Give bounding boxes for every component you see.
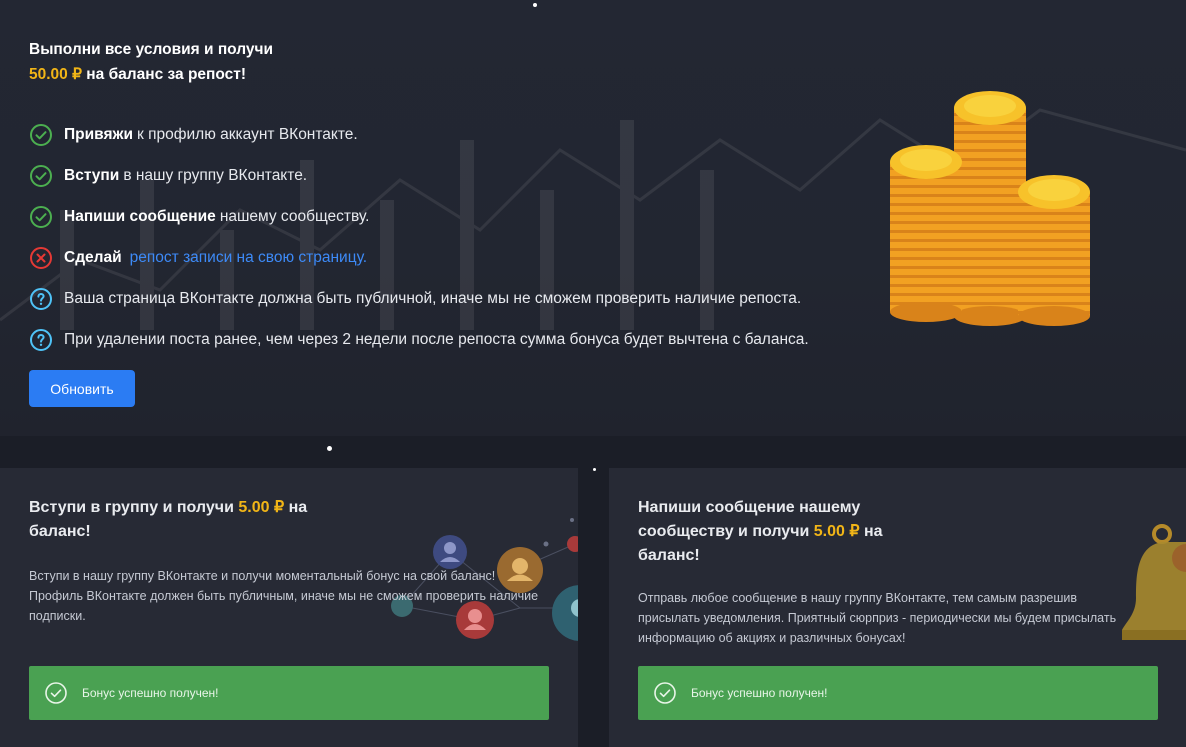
check-circle-icon: [654, 682, 676, 704]
condition-join-group: Вступи в нашу группу ВКонтакте.: [29, 155, 809, 196]
decor-dot: [593, 468, 596, 471]
condition-text: к профилю аккаунт ВКонтакте.: [137, 125, 358, 143]
card-description: Отправь любое сообщение в нашу группу ВК…: [638, 591, 1117, 645]
condition-link-vk: Привяжи к профилю аккаунт ВКонтакте.: [29, 114, 809, 155]
repost-link[interactable]: репост записи на свою страницу.: [130, 249, 367, 267]
hero-title-rest: на баланс за репост!: [81, 66, 247, 83]
condition-text: нашему сообществу.: [219, 207, 370, 225]
check-circle-icon: [30, 164, 52, 187]
card-title: Напиши сообщение нашему сообществу и пол…: [638, 496, 908, 568]
conditions-list: Привяжи к профилю аккаунт ВКонтакте. Вст…: [29, 114, 809, 360]
card-amount: 5.00 ₽: [238, 499, 285, 516]
check-circle-icon: [30, 205, 52, 228]
question-circle-icon: [30, 328, 52, 351]
card-amount: 5.00 ₽: [813, 523, 860, 540]
bonus-received-status: Бонус успешно получен!: [29, 666, 549, 720]
question-circle-icon: [30, 287, 52, 310]
bonus-card-join-group: Вступи в группу и получи 5.00 ₽ на балан…: [0, 468, 578, 747]
condition-bold: Сделай: [64, 248, 122, 266]
info-text: При удалении поста ранее, чем через 2 не…: [64, 330, 809, 348]
check-circle-icon: [30, 123, 52, 146]
coin-stacks-illustration: [890, 91, 1090, 326]
check-circle-icon: [45, 682, 67, 704]
condition-send-message: Напиши сообщение нашему сообществу.: [29, 196, 809, 237]
bonus-status-text: Бонус успешно получен!: [82, 686, 219, 700]
hero-amount: 50.00 ₽: [29, 66, 82, 83]
bonus-received-status: Бонус успешно получен!: [638, 666, 1158, 720]
condition-bold: Напиши сообщение: [64, 207, 216, 225]
condition-bold: Привяжи: [64, 125, 134, 143]
decor-dot: [533, 3, 537, 7]
cross-circle-icon: [30, 246, 52, 269]
condition-text: в нашу группу ВКонтакте.: [123, 166, 308, 184]
info-text: Ваша страница ВКонтакте должна быть публ…: [64, 289, 802, 307]
hero-title: Выполни все условия и получи 50.00 ₽ на …: [29, 37, 273, 87]
info-public-page: Ваша страница ВКонтакте должна быть публ…: [29, 278, 809, 319]
condition-make-repost: Сделай репост записи на свою страницу.: [29, 237, 809, 278]
condition-bold: Вступи: [64, 166, 120, 184]
decor-dot: [327, 446, 332, 451]
card-title-text: Вступи в группу и получи: [29, 499, 239, 516]
refresh-button[interactable]: Обновить: [29, 370, 135, 407]
repost-bonus-panel: Выполни все условия и получи 50.00 ₽ на …: [0, 0, 1186, 436]
hero-title-line1: Выполни все условия и получи: [29, 41, 274, 58]
bonus-status-text: Бонус успешно получен!: [691, 686, 828, 700]
card-description: Вступи в нашу группу ВКонтакте и получи …: [29, 569, 539, 623]
card-title: Вступи в группу и получи 5.00 ₽ на балан…: [29, 496, 349, 544]
bonus-card-send-message: Напиши сообщение нашему сообществу и пол…: [609, 468, 1186, 747]
info-post-deletion: При удалении поста ранее, чем через 2 не…: [29, 319, 809, 360]
